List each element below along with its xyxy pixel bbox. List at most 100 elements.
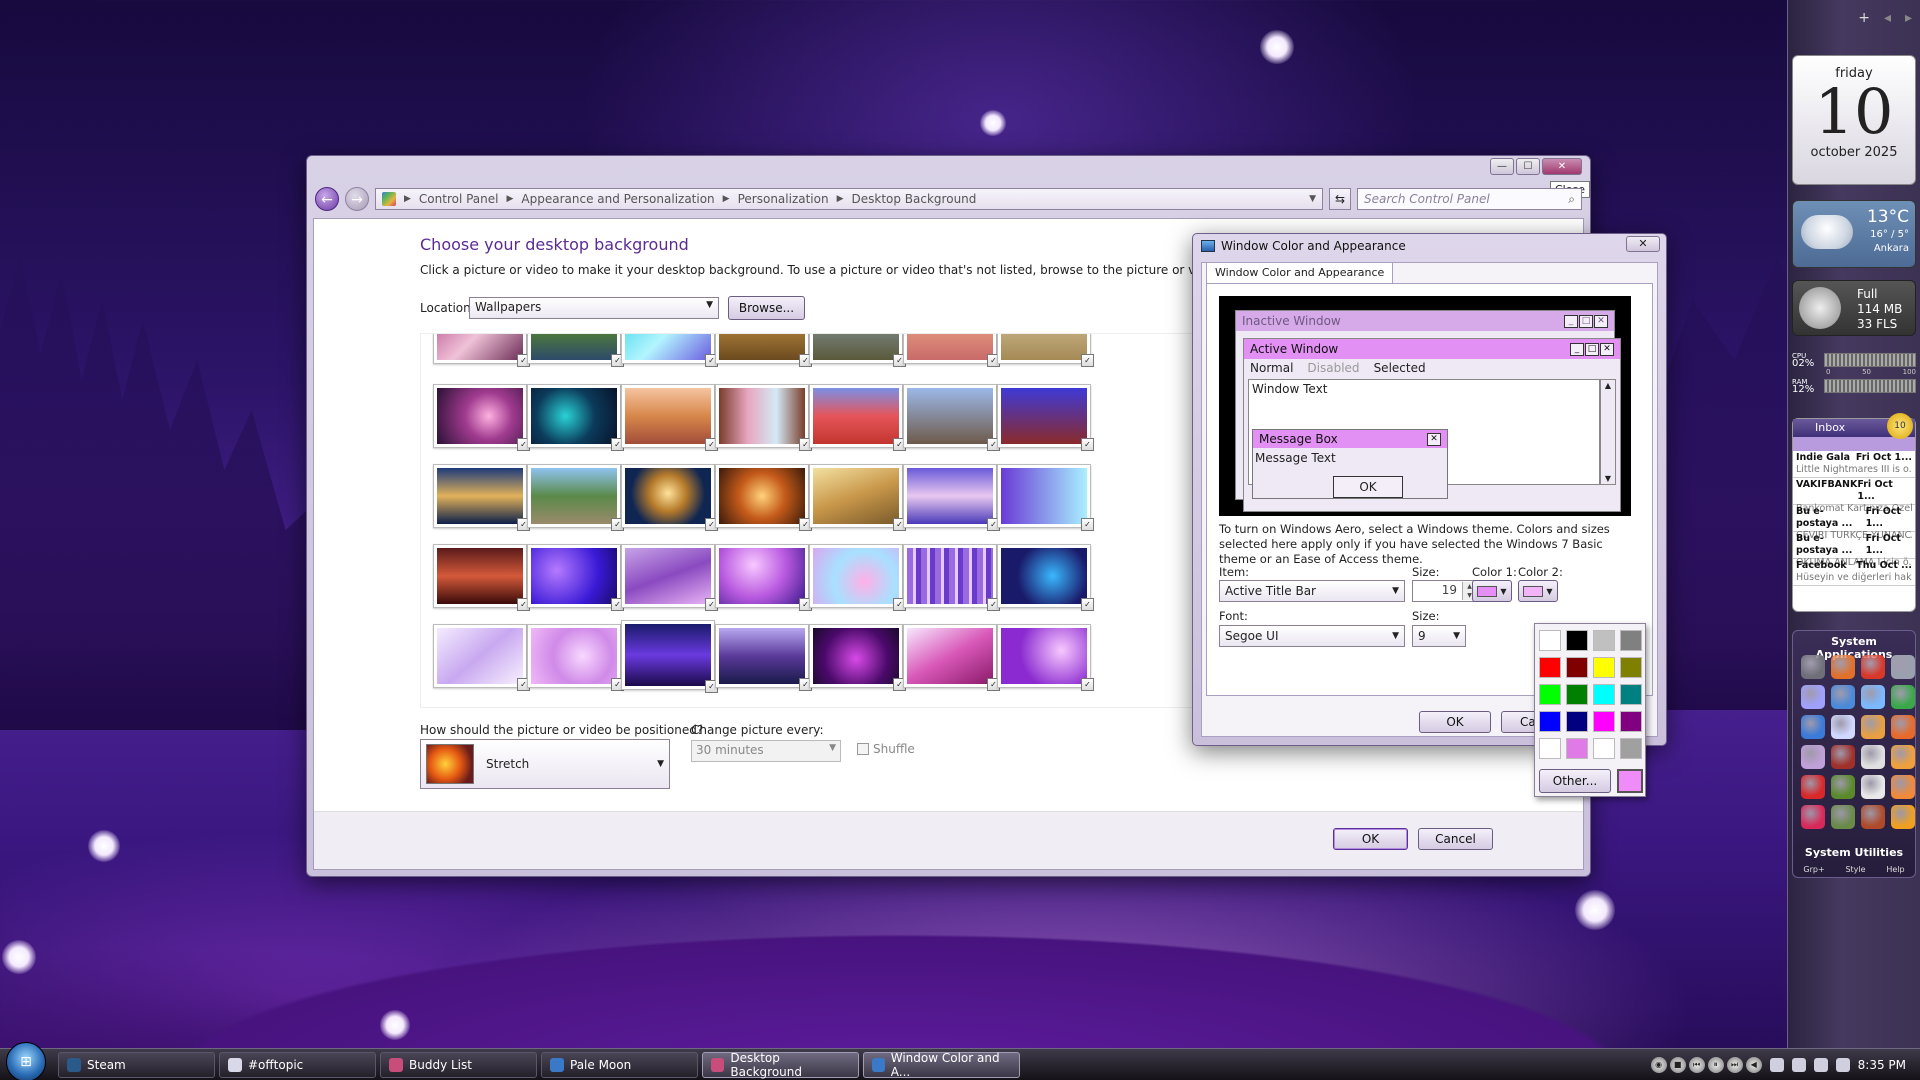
tray-volume-icon[interactable] xyxy=(1835,1058,1850,1072)
wallpaper-thumbnail[interactable]: ✓ xyxy=(433,334,530,367)
palette-color-swatch[interactable] xyxy=(1620,684,1642,705)
media-player-icon[interactable]: ◉ xyxy=(1650,1057,1667,1073)
inbox-toolbar[interactable] xyxy=(1793,437,1915,451)
mail-item[interactable]: VAKIFBANK Fri Oct 1... Bankomat Kartınıza … xyxy=(1793,478,1915,514)
taskbar-button[interactable]: Window Color and A... xyxy=(863,1051,1020,1079)
ok-button[interactable]: OK xyxy=(1333,828,1408,850)
wallpaper-thumbnail[interactable]: ✓ xyxy=(621,464,718,531)
wallpaper-thumbnail[interactable]: ✓ xyxy=(903,464,1000,531)
menu-disabled[interactable]: Disabled xyxy=(1307,361,1359,375)
clock[interactable]: 8:35 PM xyxy=(1858,1058,1906,1072)
wallpaper-thumbnail[interactable]: ✓ xyxy=(621,544,718,611)
preview-active-window[interactable]: Active Window _ □ ✕ Normal Disabled Select… xyxy=(1243,338,1621,512)
start-button[interactable]: ⊞ xyxy=(6,1041,46,1080)
next-icon[interactable]: ▸ xyxy=(1905,10,1912,26)
app-launcher-icon[interactable] xyxy=(1861,745,1885,769)
palette-color-swatch[interactable] xyxy=(1566,657,1588,678)
item-size-input[interactable]: 19 ▲ ▼ xyxy=(1412,580,1478,602)
app-launcher-icon[interactable] xyxy=(1801,745,1825,769)
palette-color-swatch[interactable] xyxy=(1539,684,1561,705)
calendar-gadget[interactable]: friday 10 october 2025 xyxy=(1792,55,1916,185)
app-launcher-icon[interactable] xyxy=(1831,685,1855,709)
app-launcher-icon[interactable] xyxy=(1801,715,1825,739)
wallpaper-thumbnail[interactable]: ✓ xyxy=(621,334,718,367)
pause-icon[interactable]: ⏸ xyxy=(1707,1057,1724,1073)
wallpaper-thumbnail[interactable]: ✓ xyxy=(809,624,906,691)
util-link-help[interactable]: Help xyxy=(1886,865,1904,874)
close-button[interactable]: ✕ xyxy=(1542,158,1582,175)
inbox-gadget[interactable]: Inbox 10 Indie Gala Fri Oct 1... Little Ni… xyxy=(1792,413,1916,612)
wallpaper-thumbnail[interactable]: ✓ xyxy=(903,334,1000,367)
add-gadget-icon[interactable]: + xyxy=(1858,10,1870,26)
app-launcher-icon[interactable] xyxy=(1861,805,1885,829)
font-size-select[interactable]: 9 ▼ xyxy=(1412,625,1466,647)
dialog-ok-button[interactable]: OK xyxy=(1419,711,1491,733)
mail-item[interactable]: Indie Gala Fri Oct 1... Little Nightmares … xyxy=(1793,451,1915,478)
app-launcher-icon[interactable] xyxy=(1831,655,1855,679)
palette-color-swatch[interactable] xyxy=(1539,711,1561,732)
preview-message-box[interactable]: Message Box ✕ Message Text OK xyxy=(1252,429,1448,499)
wallpaper-thumbnail[interactable]: ✓ xyxy=(903,624,1000,691)
palette-color-swatch[interactable] xyxy=(1539,657,1561,678)
refresh-button[interactable]: ⇆ xyxy=(1329,188,1351,210)
app-launcher-icon[interactable] xyxy=(1891,715,1915,739)
browse-button[interactable]: Browse... xyxy=(728,296,805,320)
wallpaper-thumbnail[interactable]: ✓ xyxy=(809,334,906,367)
wallpaper-thumbnail[interactable]: ✓ xyxy=(621,384,718,451)
app-launcher-icon[interactable] xyxy=(1801,775,1825,799)
taskbar-button[interactable]: Steam xyxy=(58,1051,215,1078)
prev-icon[interactable]: ◂ xyxy=(1884,10,1891,26)
palette-color-swatch[interactable] xyxy=(1566,684,1588,705)
preview-ok-button[interactable]: OK xyxy=(1333,476,1403,498)
breadcrumb-control-panel[interactable]: Control Panel xyxy=(419,192,499,206)
color1-button[interactable]: ▼ xyxy=(1472,580,1512,602)
palette-color-swatch[interactable] xyxy=(1539,738,1561,759)
wallpaper-thumbnail[interactable]: ✓ xyxy=(433,544,530,611)
palette-color-swatch[interactable] xyxy=(1620,657,1642,678)
app-launcher-icon[interactable] xyxy=(1801,685,1825,709)
checkbox-icon[interactable]: ✓ xyxy=(1081,354,1094,367)
app-launcher-icon[interactable] xyxy=(1861,715,1885,739)
wallpaper-thumbnail[interactable]: ✓ xyxy=(997,384,1094,451)
breadcrumb-appearance[interactable]: Appearance and Personalization xyxy=(521,192,714,206)
shuffle-checkbox[interactable]: Shuffle xyxy=(857,742,915,756)
app-launcher-icon[interactable] xyxy=(1831,775,1855,799)
wallpaper-thumbnail[interactable]: ✓ xyxy=(527,384,624,451)
wallpaper-thumbnail[interactable]: ✓ xyxy=(997,334,1094,367)
tray-network-icon[interactable] xyxy=(1791,1058,1806,1072)
wallpaper-thumbnail[interactable]: ✓ xyxy=(433,464,530,531)
search-input[interactable]: Search Control Panel ⌕ xyxy=(1357,188,1582,210)
wallpaper-thumbnail[interactable]: ✓ xyxy=(715,464,812,531)
volume-icon[interactable]: ◀ xyxy=(1745,1057,1762,1073)
app-launcher-icon[interactable] xyxy=(1861,655,1885,679)
app-launcher-icon[interactable] xyxy=(1861,775,1885,799)
palette-color-swatch[interactable] xyxy=(1620,711,1642,732)
palette-color-swatch[interactable] xyxy=(1566,630,1588,651)
checkbox-icon[interactable]: ✓ xyxy=(1081,678,1094,691)
wallpaper-thumbnail[interactable]: ✓ xyxy=(715,384,812,451)
wallpaper-thumbnail[interactable]: ✓ xyxy=(903,384,1000,451)
color2-button[interactable]: ▼ xyxy=(1518,580,1558,602)
item-select[interactable]: Active Title Bar ▼ xyxy=(1219,580,1405,602)
wallpaper-thumbnail[interactable]: ✓ xyxy=(809,384,906,451)
change-interval-select[interactable]: 30 minutes ▼ xyxy=(691,740,841,762)
wallpaper-thumbnail[interactable]: ✓ xyxy=(527,624,624,691)
wallpaper-thumbnail[interactable]: ✓ xyxy=(621,620,718,693)
palette-color-swatch[interactable] xyxy=(1539,630,1561,651)
taskbar-button[interactable]: Buddy List xyxy=(380,1051,537,1078)
wallpaper-grid[interactable]: ✓ ✓ ✓ ✓ ✓ ✓ ✓ ✓ ✓ ✓ ✓ ✓ ✓ ✓ ✓ ✓ ✓ ✓ ✓ ✓ … xyxy=(420,333,1205,708)
taskbar-button[interactable]: Desktop Background xyxy=(702,1051,859,1079)
font-select[interactable]: Segoe UI ▼ xyxy=(1219,625,1405,647)
app-launcher-icon[interactable] xyxy=(1891,655,1915,679)
back-button[interactable]: ← xyxy=(315,187,339,211)
app-launcher-icon[interactable] xyxy=(1891,685,1915,709)
appearance-preview[interactable]: Inactive Window _ □ ✕ Active Window _ □ ✕ No… xyxy=(1219,296,1631,516)
previous-track-icon[interactable]: ⏮ xyxy=(1688,1057,1705,1073)
app-launcher-icon[interactable] xyxy=(1891,805,1915,829)
palette-color-swatch[interactable] xyxy=(1593,684,1615,705)
wallpaper-thumbnail[interactable]: ✓ xyxy=(527,544,624,611)
taskbar-button[interactable]: #offtopic xyxy=(219,1051,376,1078)
next-track-icon[interactable]: ⏭ xyxy=(1726,1057,1743,1073)
cancel-button[interactable]: Cancel xyxy=(1418,828,1493,850)
app-launcher-icon[interactable] xyxy=(1891,775,1915,799)
